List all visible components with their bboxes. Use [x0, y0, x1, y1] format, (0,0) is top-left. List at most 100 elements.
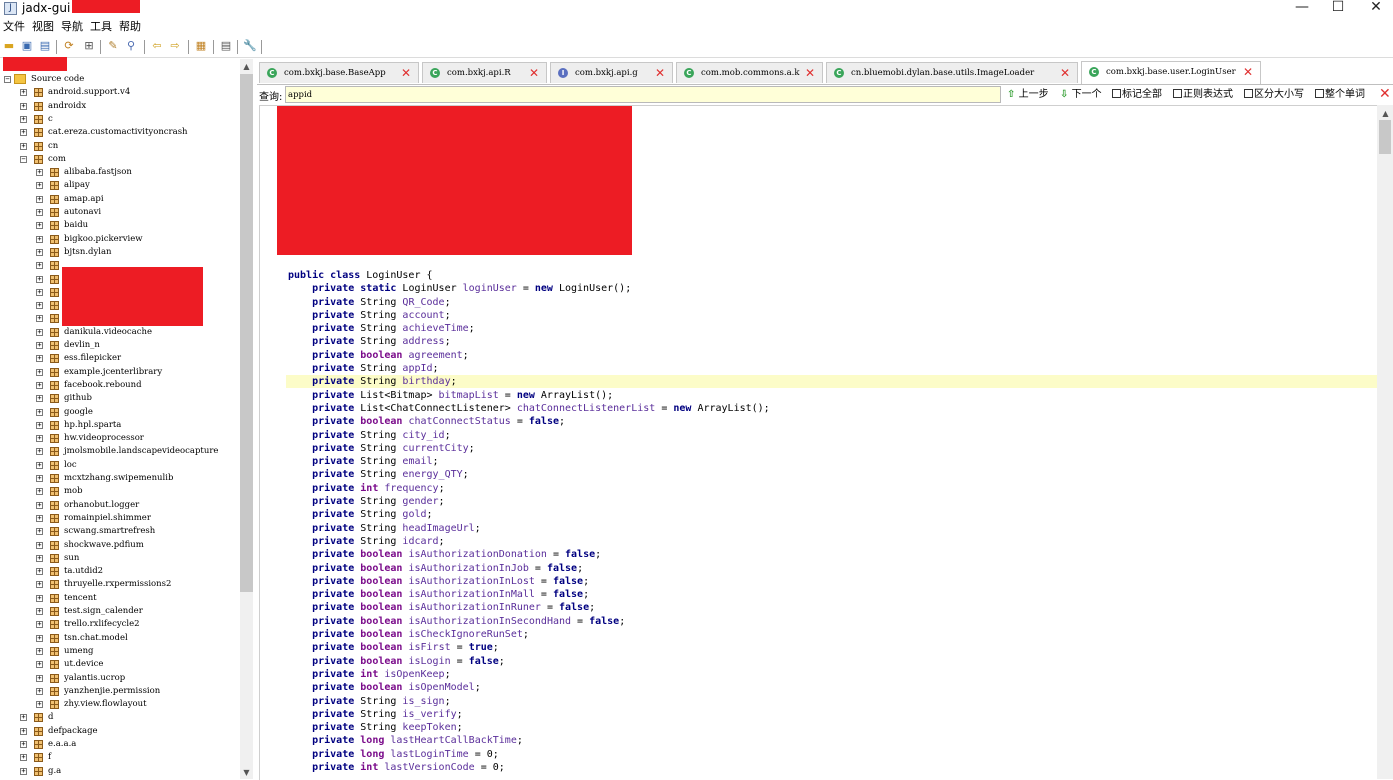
collapse-toggle-icon[interactable]: −	[4, 76, 11, 83]
open-file-icon[interactable]: ▬	[2, 39, 16, 53]
menu-navigation[interactable]: 导航	[58, 19, 87, 35]
tab-close-icon[interactable]: ✕	[805, 63, 815, 83]
expand-toggle-icon[interactable]: +	[36, 554, 43, 562]
tab-com-bxkj-base-user-loginuser[interactable]: Ccom.bxkj.base.user.LoginUser ✕	[1081, 61, 1261, 84]
expand-toggle-icon[interactable]: +	[36, 475, 43, 482]
expand-toggle-icon[interactable]: +	[36, 209, 43, 216]
menu-help[interactable]: 帮助	[116, 19, 145, 35]
expand-toggle-icon[interactable]: +	[36, 395, 43, 403]
expand-toggle-icon[interactable]: +	[36, 262, 43, 270]
expand-toggle-icon[interactable]: +	[20, 142, 27, 150]
code-scroll-up-icon[interactable]: ▲	[1379, 107, 1392, 120]
expand-toggle-icon[interactable]: +	[36, 408, 43, 416]
expand-toggle-icon[interactable]: +	[36, 501, 43, 509]
search-icon[interactable]: ⚲	[124, 39, 138, 53]
expand-toggle-icon[interactable]: +	[36, 621, 43, 629]
back-icon[interactable]: ⇦	[150, 39, 164, 53]
regex-checkbox[interactable]: 正则表达式	[1173, 88, 1233, 101]
tab-close-icon[interactable]: ✕	[1060, 63, 1070, 83]
expand-toggle-icon[interactable]: +	[36, 568, 43, 576]
expand-toggle-icon[interactable]: +	[36, 701, 43, 709]
flat-packages-icon[interactable]: ⊞	[82, 39, 96, 53]
tree-scroll-down-icon[interactable]: ▼	[240, 766, 253, 779]
next-button[interactable]: ⇩ 下一个	[1060, 88, 1102, 101]
save-icon[interactable]: ▣	[20, 39, 34, 53]
tab-com-bxkj-base-baseapp[interactable]: Ccom.bxkj.base.BaseApp ✕	[259, 62, 419, 83]
expand-toggle-icon[interactable]: +	[36, 421, 43, 429]
code-editor[interactable]: public class LoginUser { private static …	[259, 105, 1378, 780]
expand-toggle-icon[interactable]: +	[36, 674, 43, 682]
case-sensitive-checkbox[interactable]: 区分大小写	[1244, 88, 1304, 101]
tab-close-icon[interactable]: ✕	[401, 63, 411, 83]
expand-toggle-icon[interactable]: +	[20, 129, 27, 137]
expand-toggle-icon[interactable]: +	[36, 514, 43, 522]
expand-toggle-icon[interactable]: +	[36, 448, 43, 456]
expand-toggle-icon[interactable]: +	[36, 182, 43, 190]
preferences-icon[interactable]: 🔧	[243, 39, 257, 53]
expand-toggle-icon[interactable]: +	[20, 115, 27, 123]
expand-toggle-icon[interactable]: +	[36, 315, 43, 323]
expand-toggle-icon[interactable]: +	[36, 169, 43, 177]
expand-toggle-icon[interactable]: +	[20, 741, 27, 748]
expand-toggle-icon[interactable]: +	[36, 608, 43, 615]
expand-toggle-icon[interactable]: +	[36, 302, 43, 310]
expand-toggle-icon[interactable]: +	[36, 381, 43, 389]
tab-com-bxkj-api-r[interactable]: Ccom.bxkj.api.R ✕	[422, 62, 547, 83]
forward-icon[interactable]: ⇨	[168, 39, 182, 53]
expand-toggle-icon[interactable]: +	[36, 235, 43, 243]
close-window-button[interactable]: ✕	[1356, 0, 1393, 18]
expand-toggle-icon[interactable]: +	[36, 687, 43, 695]
expand-toggle-icon[interactable]: +	[36, 488, 43, 496]
expand-toggle-icon[interactable]: +	[36, 355, 43, 363]
tree-scroll-up-icon[interactable]: ▲	[240, 60, 253, 73]
expand-toggle-icon[interactable]: +	[36, 647, 43, 655]
source-tree[interactable]: − Source code + android.support.v4 + androidx…	[0, 59, 240, 779]
expand-toggle-icon[interactable]: +	[36, 661, 43, 669]
find-icon[interactable]: ✎	[106, 39, 120, 53]
expand-toggle-icon[interactable]: +	[20, 767, 27, 775]
expand-toggle-icon[interactable]: +	[36, 528, 43, 536]
tab-close-icon[interactable]: ✕	[529, 63, 539, 83]
tab-cn-bluemobi-dylan-base-utils-imageloader[interactable]: Ccn.bluemobi.dylan.base.utils.ImageLoade…	[826, 62, 1078, 83]
minimize-button[interactable]: —	[1282, 0, 1322, 18]
tab-com-bxkj-api-g[interactable]: Icom.bxkj.api.g ✕	[550, 62, 673, 83]
tab-close-icon[interactable]: ✕	[655, 63, 665, 83]
expand-toggle-icon[interactable]: +	[20, 89, 27, 97]
expand-toggle-icon[interactable]: +	[20, 754, 27, 762]
expand-toggle-icon[interactable]: +	[36, 594, 43, 602]
menu-tools[interactable]: 工具	[87, 19, 116, 35]
expand-toggle-icon[interactable]: +	[36, 195, 43, 203]
expand-toggle-icon[interactable]: +	[20, 727, 27, 735]
expand-toggle-icon[interactable]: +	[36, 342, 43, 349]
expand-toggle-icon[interactable]: +	[36, 541, 43, 549]
log-icon[interactable]: ▤	[219, 39, 233, 53]
prev-button[interactable]: ⇧ 上一步	[1007, 88, 1049, 101]
expand-toggle-icon[interactable]: +	[36, 435, 43, 443]
expand-toggle-icon[interactable]: +	[36, 581, 43, 589]
code-scrollbar[interactable]	[1377, 105, 1393, 779]
expand-toggle-icon[interactable]: +	[36, 275, 43, 283]
tab-close-icon[interactable]: ✕	[1243, 62, 1253, 82]
deobfuscation-icon[interactable]: ▦	[194, 39, 208, 53]
tab-com-mob-commons-a-k[interactable]: Ccom.mob.commons.a.k ✕	[676, 62, 823, 83]
mark-all-checkbox[interactable]: 标记全部	[1112, 88, 1162, 101]
save-all-icon[interactable]: ▤	[38, 39, 52, 53]
expand-toggle-icon[interactable]: +	[36, 461, 43, 469]
sync-icon[interactable]: ⟳	[62, 39, 76, 53]
close-search-icon[interactable]: ✕	[1379, 86, 1391, 102]
maximize-button[interactable]: ☐	[1318, 0, 1358, 18]
expand-toggle-icon[interactable]: +	[36, 288, 43, 296]
collapse-toggle-icon[interactable]: −	[20, 155, 27, 163]
expand-toggle-icon[interactable]: +	[36, 368, 43, 376]
tree-scrollbar-thumb[interactable]	[240, 74, 253, 592]
expand-toggle-icon[interactable]: +	[36, 634, 43, 642]
menu-file[interactable]: 文件	[0, 19, 29, 35]
expand-toggle-icon[interactable]: +	[36, 328, 43, 336]
expand-toggle-icon[interactable]: +	[36, 222, 43, 230]
code-text[interactable]: public class LoginUser { private static …	[288, 269, 770, 774]
expand-toggle-icon[interactable]: +	[20, 102, 27, 110]
menu-view[interactable]: 视图	[29, 19, 58, 35]
code-scrollbar-thumb[interactable]	[1379, 120, 1391, 154]
expand-toggle-icon[interactable]: +	[20, 714, 27, 722]
expand-toggle-icon[interactable]: +	[36, 248, 43, 256]
